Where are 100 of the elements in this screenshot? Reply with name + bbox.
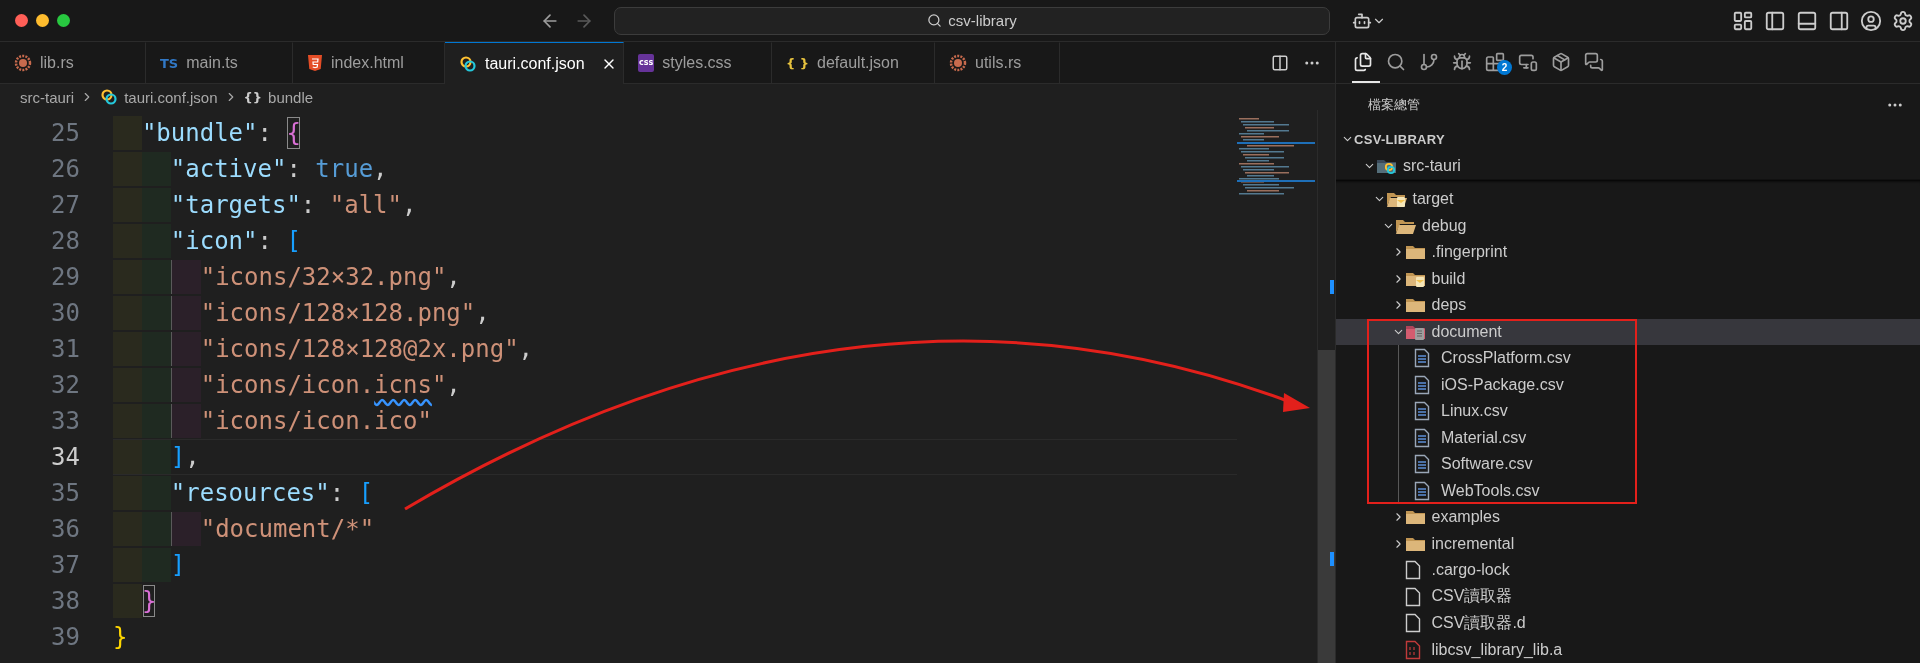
code-line: "icons/128×128.png",	[113, 295, 1237, 331]
files-icon	[1353, 51, 1373, 72]
breadcrumb-item[interactable]: tauri.conf.json	[124, 88, 218, 106]
folder-icon	[1385, 190, 1408, 209]
layout-icon[interactable]	[1732, 9, 1754, 32]
line-number: 33	[50, 406, 81, 437]
folder-item[interactable]: build	[1336, 265, 1920, 292]
braces-icon: {}	[243, 90, 263, 104]
folder-item[interactable]: debug	[1336, 212, 1920, 239]
folder-item[interactable]: incremental	[1336, 530, 1920, 557]
braces-icon: { }	[786, 56, 810, 70]
branch-icon	[1419, 51, 1439, 72]
folder-icon	[1404, 296, 1427, 315]
panel-title: 檔案總管	[1368, 96, 1420, 114]
document-icon	[1414, 374, 1430, 395]
code-line: ],	[113, 439, 1237, 475]
folder-item[interactable]: deps	[1336, 292, 1920, 319]
code-line: "icons/32×32.png",	[113, 259, 1237, 295]
line-number: 38	[50, 586, 81, 617]
close-window-button[interactable]	[15, 14, 28, 27]
split-editor-icon[interactable]	[1271, 53, 1289, 72]
folder-item[interactable]: examples	[1336, 504, 1920, 531]
file-type-icon: css	[638, 54, 655, 72]
scrollbar-thumb[interactable]	[1318, 350, 1335, 663]
code-line: }	[113, 583, 1237, 619]
folder-icon	[1404, 243, 1427, 262]
gear-icon	[14, 54, 32, 72]
folder-item[interactable]: target	[1336, 186, 1920, 213]
line-number: 39	[50, 622, 81, 653]
code-line: ]	[113, 547, 1237, 583]
linked-rings-icon	[459, 54, 477, 73]
document-icon	[1414, 348, 1430, 369]
line-number: 37	[50, 550, 81, 581]
file-item[interactable]: Linux.csv	[1336, 398, 1920, 425]
file-item[interactable]: CSV讀取器.d	[1336, 610, 1920, 637]
line-number: 34	[50, 442, 81, 473]
panel-bottom-icon[interactable]	[1796, 9, 1818, 32]
count-badge: 2	[1497, 60, 1512, 75]
linked-rings-icon	[100, 88, 119, 106]
line-number: 28	[50, 226, 81, 257]
folder-item[interactable]: CSV-LIBRARY	[1336, 126, 1920, 153]
code-line: "document/*"	[113, 511, 1237, 547]
search-icon	[1386, 51, 1406, 72]
maximize-window-button[interactable]	[57, 14, 70, 27]
code-line: "targets": "all",	[113, 187, 1237, 223]
code-line: "bundle": {	[113, 115, 1237, 151]
line-number: 32	[50, 370, 81, 401]
settings-icon[interactable]	[1892, 9, 1914, 32]
folder-item[interactable]: document	[1336, 318, 1920, 345]
line-number: 35	[50, 478, 81, 509]
file-item[interactable]: Software.csv	[1336, 451, 1920, 478]
file-item[interactable]: .cargo-lock	[1336, 557, 1920, 584]
file-icon	[1404, 613, 1421, 634]
file-item[interactable]: Material.csv	[1336, 424, 1920, 451]
line-number: 25	[50, 118, 81, 149]
document-icon	[1414, 427, 1430, 448]
document-icon	[1414, 401, 1430, 422]
line-number: 27	[50, 190, 81, 221]
code-line: }	[113, 622, 129, 653]
file-icon	[1404, 560, 1421, 581]
activity-tab[interactable]: 2	[1484, 42, 1512, 83]
code-line: "icons/icon.ico"	[113, 403, 1237, 439]
gear-icon	[949, 54, 967, 72]
file-item[interactable]: WebTools.csv	[1336, 477, 1920, 504]
panel-right-icon[interactable]	[1828, 9, 1850, 32]
account-icon[interactable]	[1860, 9, 1882, 32]
line-number: 30	[50, 298, 81, 329]
binary-file-icon	[1404, 639, 1421, 660]
file-item[interactable]: libcsv_library_lib.a	[1336, 636, 1920, 663]
folder-item[interactable]: .fingerprint	[1336, 239, 1920, 266]
panel-left-icon[interactable]	[1764, 9, 1786, 32]
code-line: "icons/128×128@2x.png",	[113, 331, 1237, 367]
editor-tab[interactable]: tauri.conf.json	[445, 42, 624, 84]
document-icon	[1414, 480, 1430, 501]
breadcrumb-item[interactable]: src-tauri	[20, 88, 75, 106]
line-number: 29	[50, 262, 81, 293]
code-line: "active": true,	[113, 151, 1237, 187]
breadcrumb-item[interactable]: bundle	[268, 88, 314, 106]
search-field[interactable]: csv-library	[614, 6, 1330, 35]
file-icon	[1404, 586, 1421, 607]
document-icon	[1414, 454, 1430, 475]
line-number: 31	[50, 334, 81, 365]
code-line: "icon": [	[113, 223, 1237, 259]
code-line: "icons/icon.icns",	[113, 367, 1237, 403]
file-item[interactable]: CrossPlatform.csv	[1336, 345, 1920, 372]
file-item[interactable]: CSV讀取器	[1336, 583, 1920, 610]
blocks-icon	[1485, 51, 1505, 72]
chat-icon	[1584, 51, 1604, 72]
bug-icon	[1452, 51, 1472, 72]
minimize-window-button[interactable]	[36, 14, 49, 27]
shield-icon	[307, 54, 323, 72]
package-icon	[1551, 51, 1571, 72]
folder-icon	[1404, 508, 1427, 527]
search-icon	[927, 13, 943, 28]
folder-item[interactable]: src-tauri	[1336, 152, 1920, 179]
file-item[interactable]: iOS-Package.csv	[1336, 371, 1920, 398]
line-number: 26	[50, 154, 81, 185]
code-line: "resources": [	[113, 475, 1237, 511]
file-type-icon: TS	[160, 56, 179, 70]
scrollbar[interactable]	[1317, 110, 1335, 663]
